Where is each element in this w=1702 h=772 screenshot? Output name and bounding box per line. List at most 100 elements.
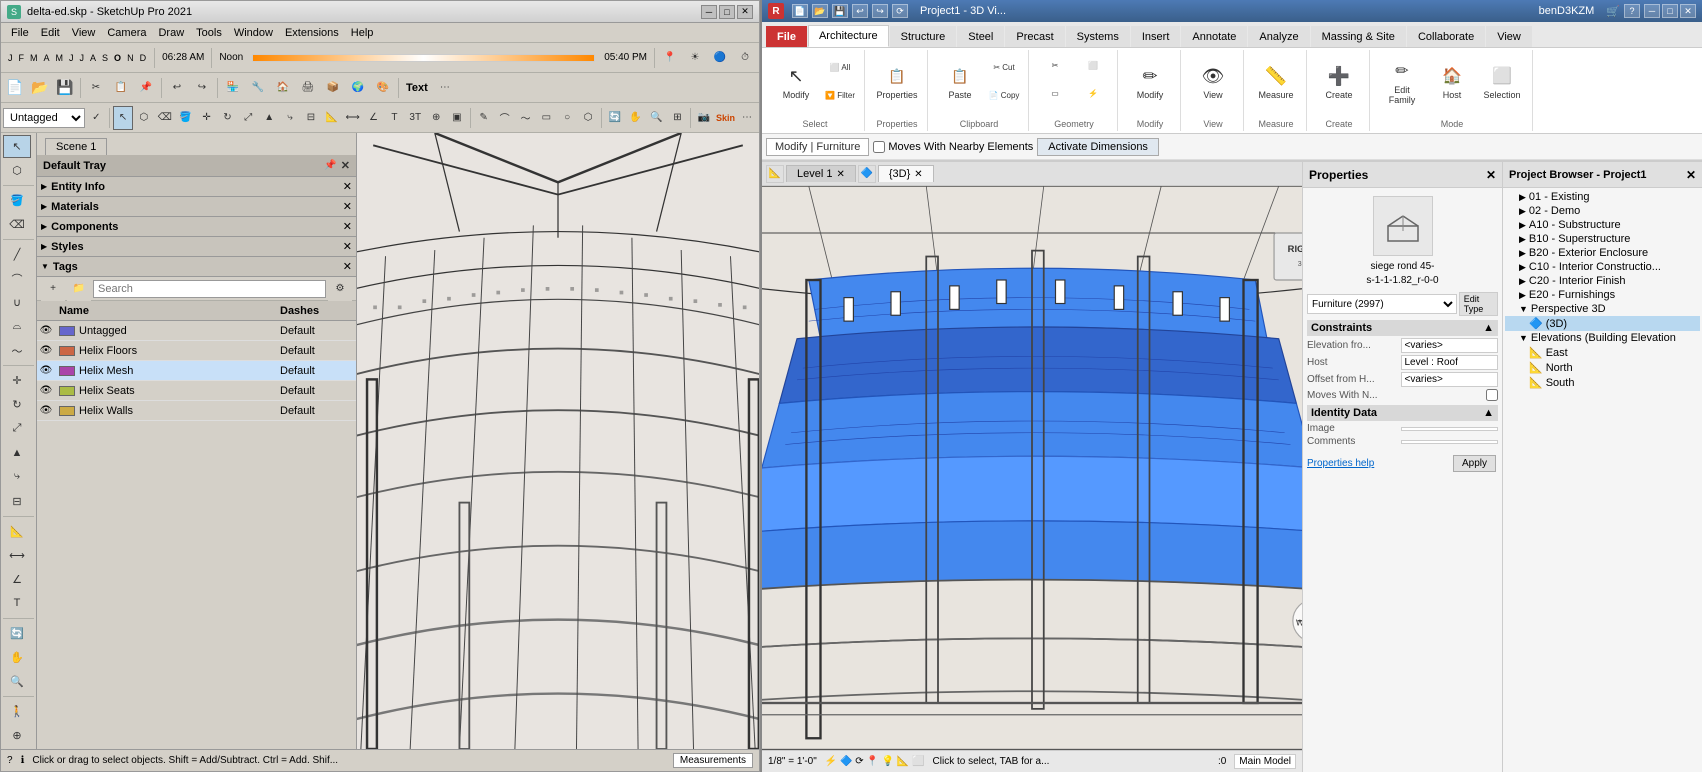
- rv-paste-btn[interactable]: 📋 Paste: [936, 52, 984, 110]
- pb-item-b20[interactable]: ▶ B20 - Exterior Enclosure: [1505, 246, 1700, 260]
- lt-move[interactable]: ✛: [3, 369, 31, 392]
- lt-arc3[interactable]: ⌓: [3, 315, 31, 338]
- rv-question-btn[interactable]: ?: [1624, 4, 1640, 18]
- pb-item-south[interactable]: 📐 South: [1505, 375, 1700, 390]
- rv-type-dropdown[interactable]: Furniture (2997): [1307, 294, 1457, 314]
- su-paint-btn[interactable]: 🪣: [176, 106, 196, 130]
- tag-eye-floors[interactable]: 👁: [37, 345, 55, 356]
- lt-component[interactable]: ⬡: [3, 159, 31, 182]
- col-name-header[interactable]: Name: [55, 305, 276, 317]
- su-pencil-btn[interactable]: ✎: [474, 106, 494, 130]
- rv-activate-dimensions-btn[interactable]: Activate Dimensions: [1037, 138, 1159, 156]
- rv-undo-btn[interactable]: ↩: [852, 4, 868, 18]
- su-info-icon[interactable]: ℹ: [21, 755, 25, 766]
- lt-proto[interactable]: ∠: [3, 568, 31, 591]
- lt-follow[interactable]: ⤷: [3, 465, 31, 488]
- lt-scale[interactable]: ⤢: [3, 417, 31, 440]
- su-extra-btn[interactable]: ⋯: [737, 106, 757, 130]
- su-paste-btn[interactable]: 📌: [134, 76, 158, 100]
- rv-cart-btn[interactable]: 🛒: [1606, 5, 1620, 18]
- lt-zoom[interactable]: 🔍: [3, 670, 31, 693]
- pb-item-east[interactable]: 📐 East: [1505, 345, 1700, 360]
- su-help-icon[interactable]: ?: [7, 755, 13, 766]
- rv-properties-close[interactable]: ✕: [1486, 168, 1496, 182]
- pb-item-elevations[interactable]: ▼ Elevations (Building Elevation: [1505, 331, 1700, 345]
- rv-viewport[interactable]: N S W E RIGHT 3D: [762, 186, 1302, 750]
- menu-draw[interactable]: Draw: [152, 26, 190, 40]
- su-style-btn[interactable]: 🎨: [371, 76, 395, 100]
- su-cut-btn[interactable]: ✂: [84, 76, 108, 100]
- pb-item-north[interactable]: 📐 North: [1505, 360, 1700, 375]
- su-styles-header[interactable]: ▶ Styles ✕: [37, 237, 356, 257]
- rv-comments-value[interactable]: [1401, 440, 1499, 444]
- su-time-btn[interactable]: ⏱: [733, 46, 757, 70]
- lt-dim[interactable]: ⟷: [3, 544, 31, 567]
- rv-apply-btn[interactable]: Apply: [1453, 455, 1496, 472]
- lt-text[interactable]: T: [3, 592, 31, 615]
- entity-info-close[interactable]: ✕: [343, 180, 352, 193]
- rv-tab-view[interactable]: View: [1486, 26, 1532, 47]
- tag-color-walls[interactable]: [59, 406, 75, 416]
- su-select-btn[interactable]: ↖: [113, 106, 133, 130]
- su-scene-tab[interactable]: Scene 1: [45, 138, 107, 155]
- rv-measure-btn[interactable]: 📏 Measure: [1252, 52, 1300, 110]
- rv-tab-precast[interactable]: Precast: [1005, 26, 1064, 47]
- lt-eraser[interactable]: ⌫: [3, 213, 31, 236]
- menu-window[interactable]: Window: [228, 26, 279, 40]
- tag-eye-walls[interactable]: 👁: [37, 405, 55, 416]
- rv-save-btn[interactable]: 💾: [832, 4, 848, 18]
- rv-create-btn[interactable]: ➕ Create: [1315, 52, 1363, 110]
- su-sun-btn[interactable]: ☀: [683, 46, 707, 70]
- su-zoomext-btn[interactable]: ⊞: [667, 106, 687, 130]
- rv-split-btn[interactable]: ⚡: [1075, 80, 1111, 106]
- su-3dwarehouse-btn[interactable]: 🏪: [221, 76, 245, 100]
- rv-tab-systems[interactable]: Systems: [1066, 26, 1130, 47]
- rv-properties-help-link[interactable]: Properties help: [1307, 458, 1374, 469]
- tag-row-helix-walls[interactable]: 👁 Helix Walls Default: [37, 401, 356, 421]
- pb-item-c20[interactable]: ▶ C20 - Interior Finish: [1505, 274, 1700, 288]
- su-geo-btn[interactable]: 🌍: [346, 76, 370, 100]
- rv-tab-massing[interactable]: Massing & Site: [1311, 26, 1406, 47]
- rv-tab-steel[interactable]: Steel: [957, 26, 1004, 47]
- tag-color-floors[interactable]: [59, 346, 75, 356]
- rv-edit-type-btn[interactable]: Edit Type: [1459, 292, 1498, 316]
- rv-identity-data-section[interactable]: Identity Data ▲: [1307, 405, 1498, 421]
- rv-cut-btn[interactable]: ✂ Cut: [986, 54, 1022, 80]
- rv-moves-with-checkbox[interactable]: [873, 141, 885, 153]
- su-axes-btn[interactable]: ⊕: [426, 106, 446, 130]
- su-poly-btn[interactable]: ⬡: [578, 106, 598, 130]
- su-pan-btn[interactable]: ✋: [626, 106, 646, 130]
- rv-host-btn[interactable]: 🏠 Host: [1428, 52, 1476, 110]
- tag-color-untagged[interactable]: [59, 326, 75, 336]
- rv-offset-value[interactable]: <varies>: [1401, 372, 1499, 387]
- su-text-btn[interactable]: T: [384, 106, 404, 130]
- lt-pan[interactable]: ✋: [3, 646, 31, 669]
- menu-extensions[interactable]: Extensions: [279, 26, 345, 40]
- su-dimension-btn[interactable]: ⟷: [343, 106, 363, 130]
- su-save-btn[interactable]: 💾: [53, 76, 77, 100]
- su-minimize-btn[interactable]: ─: [701, 5, 717, 19]
- lt-arc2[interactable]: ∪: [3, 291, 31, 314]
- su-materials-header[interactable]: ▶ Materials ✕: [37, 197, 356, 217]
- materials-close[interactable]: ✕: [343, 200, 352, 213]
- rv-close-btn[interactable]: ✕: [1680, 4, 1696, 18]
- su-followme-btn[interactable]: ⤷: [280, 106, 300, 130]
- menu-tools[interactable]: Tools: [190, 26, 228, 40]
- rv-wall-btn[interactable]: ▭: [1037, 80, 1073, 106]
- lt-orbit[interactable]: 🔄: [3, 622, 31, 645]
- lt-walk[interactable]: 🚶: [3, 700, 31, 723]
- rv-properties-btn[interactable]: 📋 Properties: [873, 52, 921, 110]
- tags-folder-btn[interactable]: 📁: [67, 277, 91, 301]
- lt-offset[interactable]: ⊟: [3, 490, 31, 513]
- rv-selection-btn[interactable]: ⬜ Selection: [1478, 52, 1526, 110]
- su-section-btn[interactable]: ▣: [447, 106, 467, 130]
- components-close[interactable]: ✕: [343, 220, 352, 233]
- su-offset-btn[interactable]: ⊟: [301, 106, 321, 130]
- rv-minimize-btn[interactable]: ─: [1644, 4, 1660, 18]
- pb-item-perspective[interactable]: ▼ Perspective 3D: [1505, 302, 1700, 316]
- rv-restore-btn[interactable]: □: [1662, 4, 1678, 18]
- su-home-btn[interactable]: 🏠: [271, 76, 295, 100]
- rv-tab-3d[interactable]: {3D} ✕: [878, 165, 934, 182]
- menu-help[interactable]: Help: [345, 26, 380, 40]
- rv-view-tab-icon-3d[interactable]: 🔷: [858, 165, 876, 183]
